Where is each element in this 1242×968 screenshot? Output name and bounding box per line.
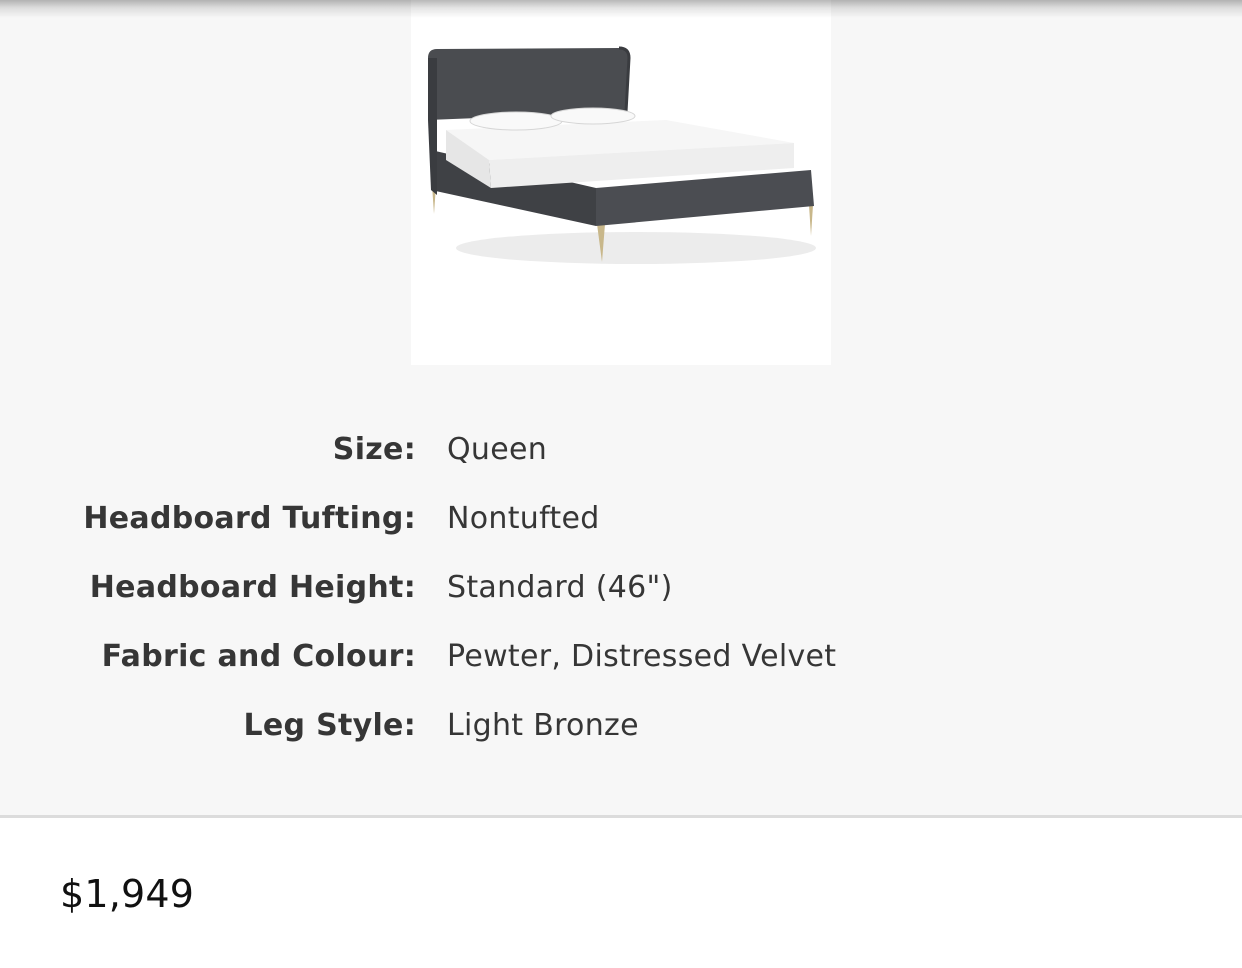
option-row-headboard-tufting: Headboard Tufting: Nontufted	[0, 494, 1242, 563]
option-label: Headboard Tufting:	[83, 501, 416, 536]
product-options-list: Size: Queen Headboard Tufting: Nontufted…	[0, 425, 1242, 770]
option-row-size: Size: Queen	[0, 425, 1242, 494]
option-value: Standard (46")	[447, 570, 673, 605]
leg-back-right	[809, 205, 813, 236]
option-value: Queen	[447, 432, 548, 467]
option-label: Size:	[332, 432, 416, 467]
option-value: Nontufted	[447, 501, 600, 536]
option-label: Fabric and Colour:	[101, 639, 416, 674]
option-row-fabric-colour: Fabric and Colour: Pewter, Distressed Ve…	[0, 632, 1242, 701]
option-row-leg-style: Leg Style: Light Bronze	[0, 701, 1242, 770]
option-row-headboard-height: Headboard Height: Standard (46")	[0, 563, 1242, 632]
option-value: Light Bronze	[447, 708, 639, 743]
bed-shadow	[456, 232, 816, 264]
bed-illustration	[428, 46, 816, 264]
option-label: Headboard Height:	[89, 570, 416, 605]
product-summary-page: Size: Queen Headboard Tufting: Nontufted…	[0, 0, 1242, 968]
option-label: Leg Style:	[243, 708, 416, 743]
price-total: $1,949	[60, 872, 195, 916]
option-value: Pewter, Distressed Velvet	[447, 639, 837, 674]
section-divider	[0, 815, 1242, 818]
pillow-right	[550, 107, 636, 125]
product-image[interactable]	[411, 0, 831, 365]
header-shadow	[0, 0, 1242, 18]
pillow-left	[469, 111, 563, 131]
